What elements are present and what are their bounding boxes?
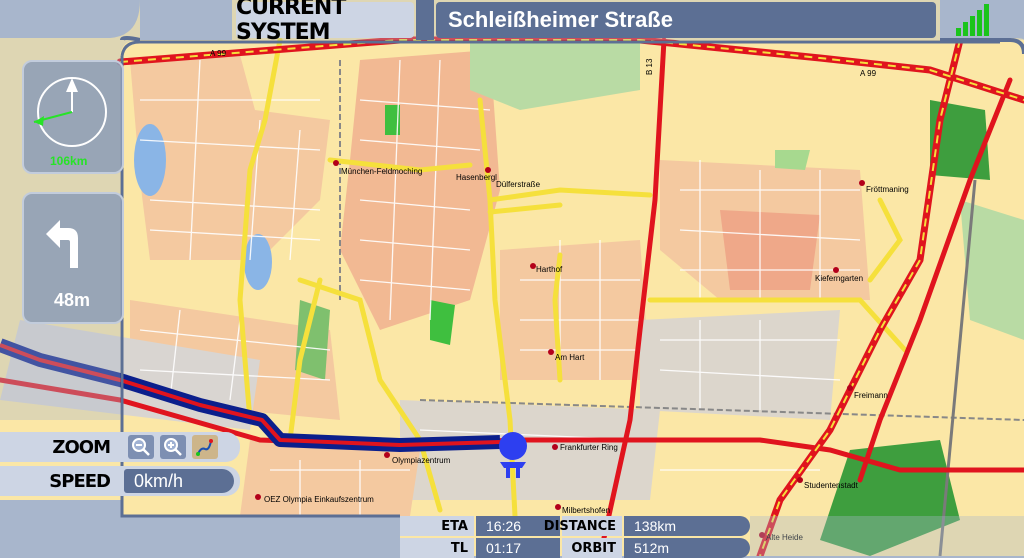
orbit-value: 512m bbox=[624, 538, 750, 558]
speed-row: SPEED 0km/h bbox=[0, 466, 240, 496]
signal-strength-icon bbox=[956, 4, 989, 36]
place-label: Harthof bbox=[536, 265, 563, 274]
zoom-out-icon bbox=[132, 438, 150, 456]
zoom-in-button[interactable] bbox=[160, 435, 186, 459]
road-label-a99-east: A 99 bbox=[860, 69, 877, 78]
distance-label: DISTANCE bbox=[544, 516, 622, 536]
place-label: München-Feldmoching bbox=[341, 167, 422, 176]
compass-panel[interactable]: 106km bbox=[22, 60, 124, 174]
current-system-label: CURRENT SYSTEM bbox=[236, 0, 414, 45]
place-label: Frankfurter Ring bbox=[560, 443, 618, 452]
eta-label: ETA bbox=[400, 516, 474, 536]
tl-label: TL bbox=[400, 538, 474, 558]
place-label: Freimann bbox=[854, 391, 888, 400]
route-overview-button[interactable] bbox=[192, 435, 218, 459]
place-label: Studentenstadt bbox=[804, 481, 859, 490]
speed-label: SPEED bbox=[49, 470, 111, 492]
place-label: Kieferngarten bbox=[815, 274, 863, 283]
place-label: Fröttmaning bbox=[866, 185, 909, 194]
zoom-label: ZOOM bbox=[52, 436, 111, 458]
target-distance: 106km bbox=[50, 154, 88, 168]
street-name: Schleißheimer Straße bbox=[436, 2, 936, 38]
place-label: OEZ Olympia Einkaufszentrum bbox=[264, 495, 374, 504]
zoom-in-icon bbox=[164, 438, 182, 456]
road-label-a99: A 99 bbox=[210, 49, 227, 58]
distance-value: 138km bbox=[624, 516, 750, 536]
turn-distance: 48m bbox=[54, 290, 91, 310]
tl-value: 01:17 bbox=[476, 538, 560, 558]
speed-value: 0km/h bbox=[124, 469, 234, 493]
place-label: Dülferstraße bbox=[496, 180, 541, 189]
zoom-out-button[interactable] bbox=[128, 435, 154, 459]
place-label: Hasenbergl bbox=[456, 173, 497, 182]
header-bar: CURRENT SYSTEM Schleißheimer Straße bbox=[0, 0, 1024, 45]
road-label-b13: B 13 bbox=[645, 58, 654, 75]
place-label: Olympiazentrum bbox=[392, 456, 451, 465]
route-status-panel: ETA 16:26 DISTANCE 138km TL 01:17 ORBIT … bbox=[400, 514, 750, 558]
place-label: Am Hart bbox=[555, 353, 585, 362]
zoom-row: ZOOM bbox=[0, 432, 240, 462]
route-map-icon bbox=[196, 439, 213, 456]
compass-icon bbox=[33, 77, 107, 147]
orbit-label: ORBIT bbox=[562, 538, 622, 558]
turn-instruction-panel[interactable]: 48m bbox=[22, 192, 124, 324]
turn-left-icon bbox=[46, 220, 78, 268]
